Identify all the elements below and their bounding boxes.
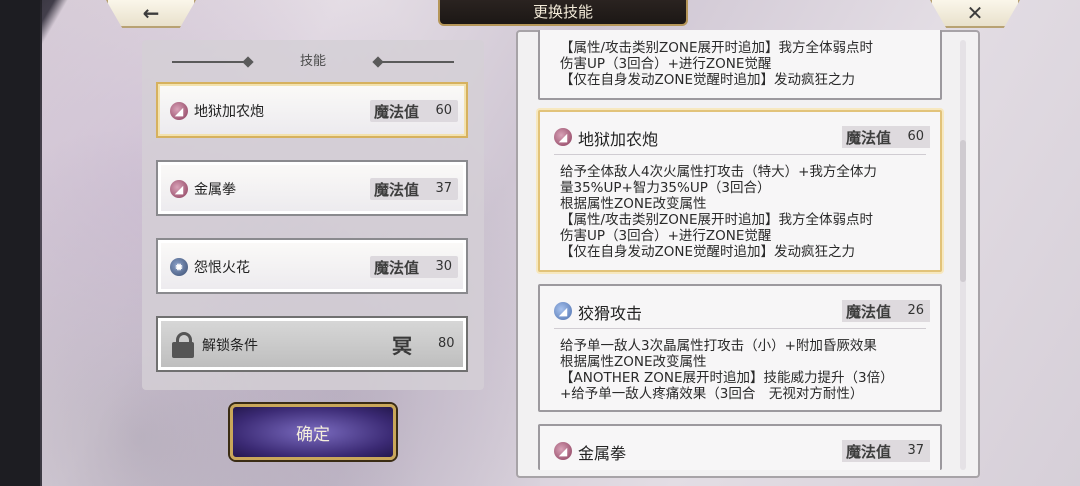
skill-description: 给予单一敌人3次晶属性打攻击（小）+附加昏厥效果 根据属性ZONE改变属性 【A… (560, 338, 894, 402)
mp-cost-box: 魔法值 26 (842, 300, 930, 322)
unlock-requirement-glyph: 冥 (392, 334, 412, 358)
skill-slot-name: 地狱加农炮 (194, 104, 264, 120)
close-icon: ✕ (966, 1, 984, 25)
confirm-label: 确定 (296, 424, 330, 445)
skill-slot-metal-fist[interactable]: ◢ 金属拳 魔法值 37 (156, 160, 468, 216)
mp-cost-box: 魔法值 60 (842, 126, 930, 148)
skill-description: 【属性/攻击类别ZONE展开时追加】我方全体弱点时 伤害UP（3回合）+进行ZO… (560, 40, 874, 88)
page-title: 更换技能 (438, 0, 688, 26)
lock-icon (172, 332, 194, 358)
skill-description: 给予全体敌人4次火属性打攻击（特大）+我方全体力 量35%UP+智力35%UP（… (560, 164, 877, 260)
skill-slot-hell-cannon[interactable]: ◢ 地狱加农炮 魔法值 60 (156, 82, 468, 138)
mp-label: 魔法值 (374, 259, 420, 277)
strike-skill-icon: ◢ (554, 442, 572, 460)
locked-skill-slot[interactable]: 解锁条件 冥 80 (156, 316, 468, 372)
scrollbar-thumb[interactable] (960, 140, 966, 282)
skill-name: 地狱加农炮 (578, 130, 659, 149)
header-ornament-right (374, 61, 454, 63)
mp-value: 60 (907, 129, 924, 144)
crystal-skill-icon: ◢ (554, 302, 572, 320)
skill-slot-panel: 技能 ◢ 地狱加农炮 魔法值 60 ◢ 金属拳 魔法值 37 ✹ 怨恨火花 魔法… (142, 40, 484, 390)
mp-label: 魔法值 (846, 129, 892, 147)
strike-skill-icon: ◢ (170, 180, 188, 198)
mp-cost-box: 魔法值 30 (370, 256, 458, 278)
screen-edge (0, 0, 42, 486)
mp-value: 30 (435, 259, 452, 274)
skill-detail-card-hell-cannon[interactable]: ◢ 地狱加农炮 魔法值 60 给予全体敌人4次火属性打攻击（特大）+我方全体力 … (538, 110, 942, 272)
mp-value: 37 (435, 181, 452, 196)
skill-detail-card-partial[interactable]: 【属性/攻击类别ZONE展开时追加】我方全体弱点时 伤害UP（3回合）+进行ZO… (538, 30, 942, 100)
fire-skill-icon: ◢ (554, 128, 572, 146)
close-button[interactable]: ✕ (930, 0, 1020, 28)
mp-label: 魔法值 (846, 303, 892, 321)
fire-skill-icon: ◢ (170, 102, 188, 120)
unlock-requirement-value: 80 (438, 336, 455, 351)
skill-slot-name: 金属拳 (194, 182, 236, 198)
mp-label: 魔法值 (374, 103, 420, 121)
mp-cost-box: 魔法值 60 (370, 100, 458, 122)
unlock-condition-label: 解锁条件 (202, 338, 258, 354)
skill-name: 狡猾攻击 (578, 304, 643, 323)
mp-label: 魔法值 (374, 181, 420, 199)
mp-cost-box: 魔法值 37 (842, 440, 930, 462)
spark-skill-icon: ✹ (170, 258, 188, 276)
skill-detail-card-metal-fist[interactable]: ◢ 金属拳 魔法值 37 (538, 424, 942, 470)
mp-label: 魔法值 (846, 443, 892, 461)
mp-value: 60 (435, 103, 452, 118)
divider (554, 328, 926, 329)
mp-cost-box: 魔法值 37 (370, 178, 458, 200)
skill-slot-grudge-spark[interactable]: ✹ 怨恨火花 魔法值 30 (156, 238, 468, 294)
skill-slot-name: 怨恨火花 (194, 260, 250, 276)
mp-value: 26 (907, 303, 924, 318)
skill-name: 金属拳 (578, 444, 627, 463)
divider (554, 154, 926, 155)
mp-value: 37 (907, 443, 924, 458)
confirm-button[interactable]: 确定 (230, 404, 396, 460)
back-arrow-icon: ← (142, 1, 160, 25)
skill-detail-card-cunning-attack[interactable]: ◢ 狡猾攻击 魔法值 26 给予单一敌人3次晶属性打攻击（小）+附加昏厥效果 根… (538, 284, 942, 412)
